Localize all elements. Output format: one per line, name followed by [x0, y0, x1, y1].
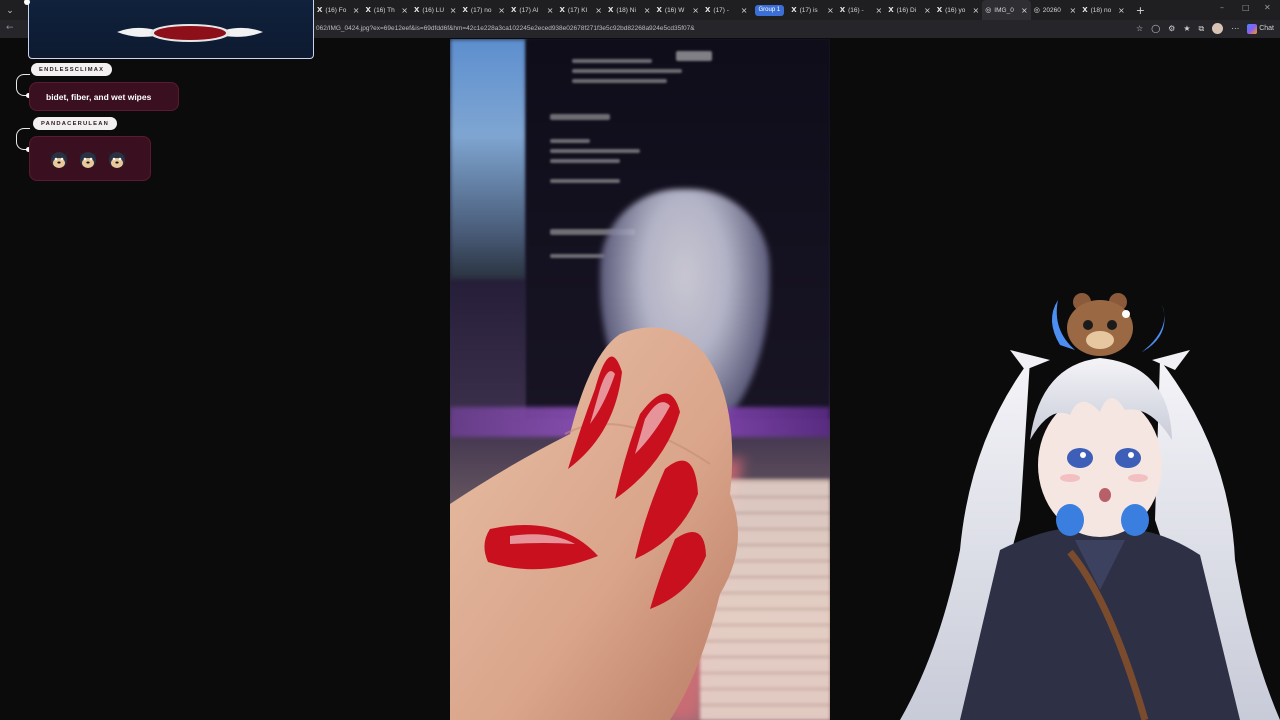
bookmark-star-icon[interactable]: ☆: [1136, 24, 1143, 33]
tab-label: IMG_0: [994, 6, 1014, 14]
browser-tab[interactable]: X (16) LU ×: [411, 0, 460, 20]
x-logo-icon: X: [656, 6, 662, 14]
close-tab-icon[interactable]: ×: [353, 6, 360, 15]
tab-label: (17) is: [799, 6, 818, 14]
extensions-puzzle-icon[interactable]: ⚙: [1168, 24, 1175, 33]
browser-tab[interactable]: ◎ IMG_0 ×: [982, 0, 1031, 20]
browser-tab[interactable]: X (17) is ×: [788, 0, 837, 20]
close-tab-icon[interactable]: ×: [1069, 6, 1076, 15]
x-logo-icon: X: [365, 6, 371, 14]
close-tab-icon[interactable]: ×: [595, 6, 602, 15]
browser-tab[interactable]: X (16) yo ×: [934, 0, 983, 20]
close-tab-icon[interactable]: ×: [875, 6, 882, 15]
tab-group-chip[interactable]: Group 1: [754, 4, 785, 16]
close-tab-icon[interactable]: ×: [924, 6, 931, 15]
dog-emote-icon: [79, 150, 97, 168]
close-window-icon[interactable]: ✕: [1264, 3, 1271, 12]
x-logo-icon: X: [888, 6, 894, 14]
x-logo-icon: X: [791, 6, 797, 14]
tab-label: (16) Di: [896, 6, 917, 14]
browser-tab[interactable]: X (16) W ×: [654, 0, 703, 20]
minimize-icon[interactable]: –: [1220, 3, 1224, 12]
tab-label: (16) LU: [422, 6, 445, 14]
browser-tab[interactable]: X (16) Fo ×: [314, 0, 363, 20]
tab-label: (16) yo: [945, 6, 966, 14]
close-tab-icon[interactable]: ×: [644, 6, 651, 15]
x-logo-icon: X: [559, 6, 565, 14]
browser-tab[interactable]: X (17) - ×: [702, 0, 751, 20]
favorites-icon[interactable]: ★: [1183, 24, 1190, 33]
globe-icon: ◎: [1033, 6, 1040, 14]
extension-icon[interactable]: ◯: [1151, 24, 1160, 33]
more-menu-icon[interactable]: ⋯: [1231, 24, 1239, 33]
tab-label: (16) W: [664, 6, 685, 14]
chat-username: PANDACERULEAN: [33, 117, 117, 130]
browser-tab[interactable]: X (18) Ni ×: [605, 0, 654, 20]
tab-label: (17) Al: [519, 6, 539, 14]
chat-username: ENDLESSCLIMAX: [31, 63, 113, 76]
dog-emote-icon: [50, 150, 68, 168]
tab-label: 20260: [1042, 6, 1061, 14]
close-tab-icon[interactable]: ×: [450, 6, 457, 15]
browser-tab[interactable]: X (17) Kl ×: [557, 0, 606, 20]
photo-hand: [450, 327, 738, 720]
close-tab-icon[interactable]: ×: [547, 6, 554, 15]
x-logo-icon: X: [839, 6, 846, 14]
tab-label: (17) Kl: [567, 6, 588, 14]
close-tab-icon[interactable]: ×: [692, 6, 699, 15]
stream-alert-card: [28, 0, 314, 59]
copilot-icon: [1247, 23, 1258, 34]
chat-label: Chat: [1259, 25, 1274, 32]
tab-label: (16) -: [848, 6, 864, 14]
copilot-chat-button[interactable]: Chat: [1247, 23, 1274, 34]
browser-tab[interactable]: X (16) - ×: [837, 0, 886, 20]
close-tab-icon[interactable]: ×: [1021, 6, 1028, 15]
chat-message-text: bidet, fiber, and wet wipes: [46, 91, 152, 102]
browser-tab[interactable]: X (17) Al ×: [508, 0, 557, 20]
profile-avatar[interactable]: [1212, 23, 1224, 34]
tab-label: (16) Fo: [325, 6, 347, 14]
x-logo-icon: X: [317, 6, 323, 14]
chat-message-bubble: bidet, fiber, and wet wipes: [29, 82, 179, 111]
close-tab-icon[interactable]: ×: [498, 6, 505, 15]
stream-screen: ⌄ X (16) Fo × X (16) Th × X (16) LU × X (17) no × X(…: [0, 0, 1280, 720]
x-logo-icon: X: [608, 6, 614, 14]
x-logo-icon: X: [414, 6, 420, 14]
tab-strip: X (16) Fo × X (16) Th × X (16) LU × X (17) no × X (17…: [314, 0, 1145, 20]
close-tab-icon[interactable]: ×: [827, 6, 834, 15]
browser-tab[interactable]: X (18) no ×: [1079, 0, 1128, 20]
x-logo-icon: X: [511, 6, 517, 14]
tab-label: (17) no: [470, 6, 492, 14]
back-icon[interactable]: ←: [6, 23, 14, 33]
close-tab-icon[interactable]: ×: [972, 6, 979, 15]
close-tab-icon[interactable]: ×: [401, 6, 408, 15]
x-logo-icon: X: [462, 6, 468, 14]
browser-tab[interactable]: X (16) Di ×: [885, 0, 934, 20]
shared-photo: [450, 39, 830, 720]
dog-emote-icon: [108, 150, 126, 168]
tab-label: (17) -: [713, 6, 729, 14]
new-tab-icon[interactable]: +: [1136, 4, 1145, 17]
maximize-icon[interactable]: □: [1242, 3, 1250, 12]
alert-banner-icon: [117, 24, 263, 42]
browser-tab[interactable]: ◎ 20260 ×: [1031, 0, 1080, 20]
globe-icon: ◎: [985, 6, 992, 14]
chat-emote-bubble: [29, 136, 151, 181]
url-field[interactable]: 062/IMG_0424.jpg?ex=69e12eef&is=69dfdd6f…: [316, 25, 695, 32]
toolbar-icons: ☆ ◯ ⚙ ★ ⧉ ⋯ Chat: [1136, 23, 1274, 34]
photo-window-view: [450, 39, 526, 279]
vtuber-avatar: [900, 293, 1280, 720]
x-logo-icon: X: [1082, 6, 1088, 14]
x-logo-icon: X: [705, 6, 711, 14]
tab-label: (18) Ni: [616, 6, 636, 14]
tab-label: (18) no: [1090, 6, 1112, 14]
tab-search-icon[interactable]: ⌄: [0, 0, 20, 20]
x-logo-icon: X: [936, 6, 943, 14]
close-tab-icon[interactable]: ×: [1118, 6, 1125, 15]
browser-tab[interactable]: X (17) no ×: [460, 0, 509, 20]
close-tab-icon[interactable]: ×: [741, 6, 748, 15]
collections-icon[interactable]: ⧉: [1198, 24, 1204, 34]
browser-tab[interactable]: X (16) Th ×: [363, 0, 412, 20]
tab-label: (16) Th: [373, 6, 395, 14]
